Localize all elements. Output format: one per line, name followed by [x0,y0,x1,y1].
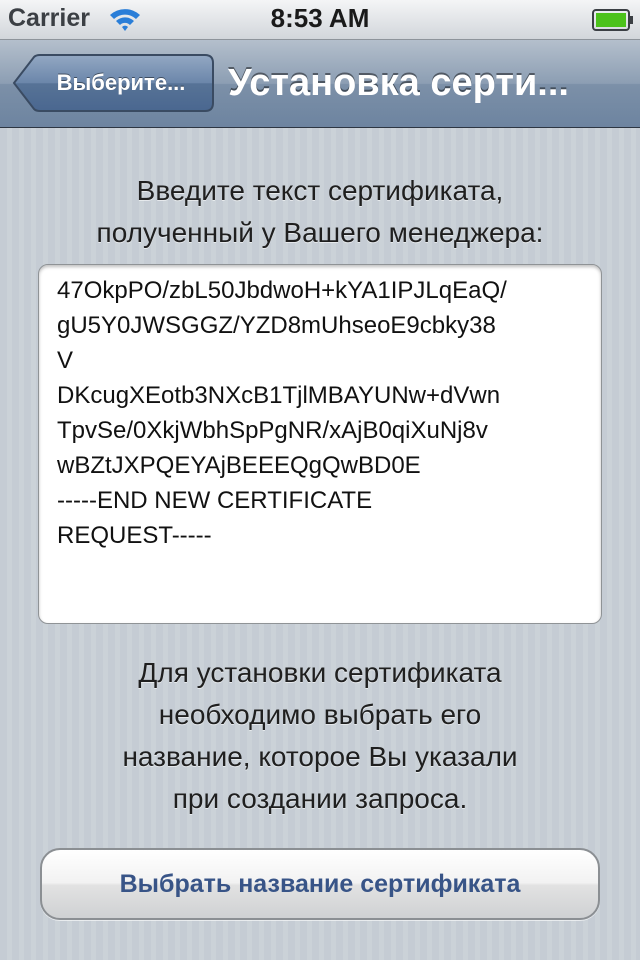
instruction-line: полученный у Вашего менеджера: [96,217,544,248]
navigation-bar: Выберите... Установка серти... [0,40,640,128]
certificate-line: -----END NEW CERTIFICATE [57,487,373,514]
certificate-line: wBZtJXPQEYAjBEEEQgQwBD0E [57,452,421,479]
certificate-line: DKcugXEotb3NXcB1TjlMBAYUNw+dVwn [57,382,501,409]
note-line: необходимо выбрать его [158,699,482,730]
back-button[interactable]: Выберите... [12,54,214,112]
certificate-line: TpvSe/0XkjWbhSpPgNR/xAjB0qiXuNj8v [57,417,488,444]
certificate-text-field[interactable]: 47OkpPO/zbL50JbdwoH+kYA1IPJLqEaQ/ gU5Y0J… [38,264,602,624]
note-line: при создании запроса. [172,783,468,814]
certificate-line: V [57,347,74,374]
battery-full-icon [592,9,634,31]
certificate-line: 47OkpPO/zbL50JbdwoH+kYA1IPJLqEaQ/ [57,277,507,304]
note-line: название, которое Вы указали [122,741,518,772]
note-line: Для установки сертификата [138,657,502,688]
page-title: Установка серти... [228,62,569,104]
instruction-line: Введите текст сертификата, [136,175,504,206]
certificate-line: REQUEST----- [57,522,212,549]
status-bar: Carrier 8:53 AM [0,0,640,40]
instruction-text: Введите текст сертификата, полученный у … [20,170,620,254]
back-button-label: Выберите... [56,70,186,95]
choose-certificate-name-button[interactable]: Выбрать название сертификата [40,848,600,920]
certificate-line: gU5Y0JWSGGZ/YZD8mUhseoE9cbky38 [57,312,496,339]
naming-note-text: Для установки сертификата необходимо выб… [20,652,620,820]
status-time: 8:53 AM [270,3,370,33]
